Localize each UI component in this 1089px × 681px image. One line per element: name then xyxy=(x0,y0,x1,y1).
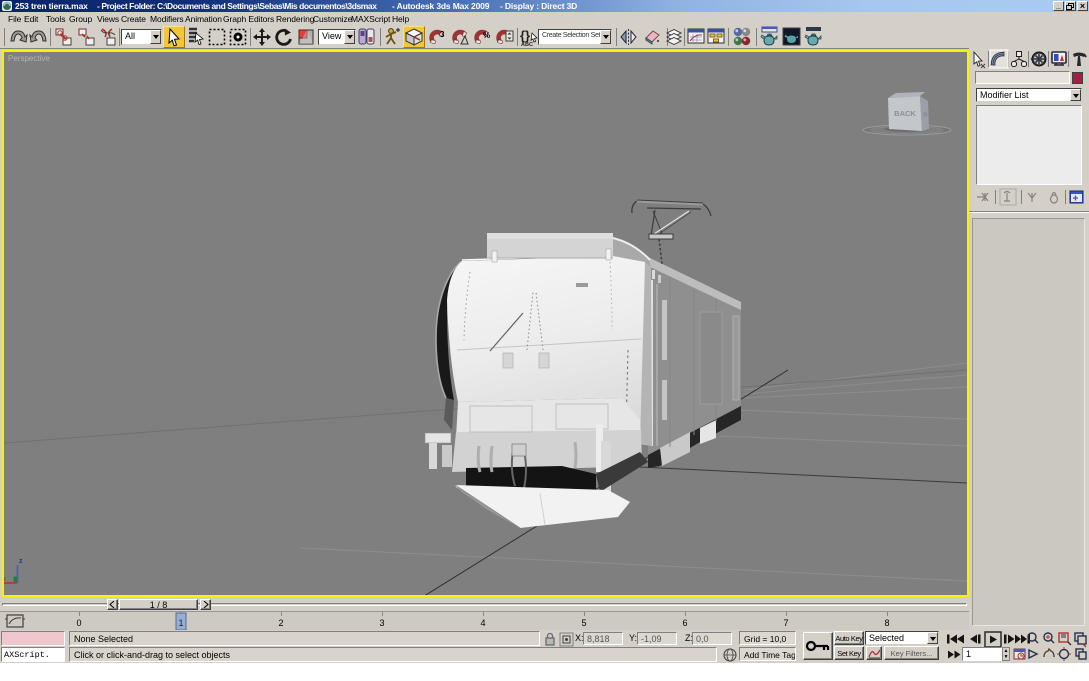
svg-text:R: R xyxy=(923,113,928,119)
svg-text:Perspective: Perspective xyxy=(8,54,50,63)
svg-text:%: % xyxy=(483,31,490,40)
svg-text:2: 2 xyxy=(278,618,283,628)
svg-text:4: 4 xyxy=(480,618,485,628)
svg-text:1: 1 xyxy=(178,618,183,628)
svg-text:BACK: BACK xyxy=(894,109,916,118)
svg-text:3: 3 xyxy=(440,30,445,39)
svg-text:x: x xyxy=(4,576,6,583)
svg-text:z: z xyxy=(19,558,23,565)
svg-text:6: 6 xyxy=(682,618,687,628)
svg-text:5: 5 xyxy=(581,618,586,628)
svg-text:3: 3 xyxy=(379,618,384,628)
svg-text:ABC: ABC xyxy=(521,42,533,48)
svg-text:7: 7 xyxy=(783,618,788,628)
svg-text:8: 8 xyxy=(884,618,889,628)
svg-text:{}: {} xyxy=(520,28,530,43)
svg-text:0: 0 xyxy=(76,618,81,628)
